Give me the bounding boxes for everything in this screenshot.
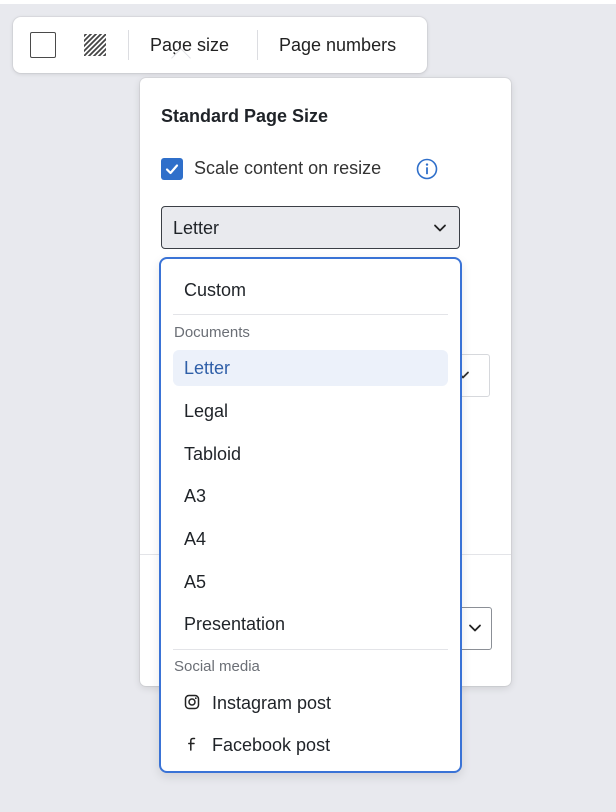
option-a3[interactable]: A3 bbox=[173, 478, 448, 514]
select-value: Letter bbox=[173, 218, 220, 238]
facebook-icon bbox=[188, 738, 196, 751]
scale-content-label: Scale content on resize bbox=[194, 158, 382, 178]
option-label: Facebook post bbox=[212, 735, 331, 755]
dropdown-divider bbox=[173, 649, 448, 650]
option-legal[interactable]: Legal bbox=[173, 393, 448, 429]
dropdown-divider bbox=[173, 314, 448, 315]
page-numbers-button[interactable]: Page numbers bbox=[279, 17, 396, 73]
group-label-documents: Documents bbox=[174, 324, 250, 341]
scale-content-checkbox[interactable] bbox=[161, 158, 183, 180]
chevron-down-icon bbox=[434, 224, 446, 232]
option-letter[interactable]: Letter bbox=[173, 350, 448, 386]
top-strip bbox=[0, 0, 616, 4]
pattern-fill-icon[interactable] bbox=[83, 33, 107, 57]
page-size-button[interactable]: Page size bbox=[150, 17, 229, 73]
option-instagram-post[interactable]: Instagram post bbox=[173, 685, 448, 721]
page-size-dropdown: Custom Documents Letter Legal Tabloid A3… bbox=[159, 257, 462, 773]
toolbar-divider bbox=[257, 30, 258, 60]
page-toolbar: Page size Page numbers bbox=[13, 17, 427, 73]
option-a5[interactable]: A5 bbox=[173, 564, 448, 600]
checkmark-icon bbox=[165, 164, 179, 175]
option-custom[interactable]: Custom bbox=[173, 272, 448, 308]
option-tabloid[interactable]: Tabloid bbox=[173, 436, 448, 472]
toolbar-divider bbox=[128, 30, 129, 60]
option-a4[interactable]: A4 bbox=[173, 521, 448, 557]
chevron-down-icon bbox=[469, 624, 481, 632]
group-label-social-media: Social media bbox=[174, 658, 260, 675]
info-icon[interactable] bbox=[416, 158, 438, 180]
option-label: Instagram post bbox=[212, 693, 332, 713]
page-size-select[interactable]: Letter bbox=[161, 206, 460, 249]
option-presentation[interactable]: Presentation bbox=[173, 606, 448, 642]
page-color-swatch-button[interactable] bbox=[30, 32, 56, 58]
option-facebook-post[interactable]: Facebook post bbox=[173, 727, 448, 763]
instagram-icon bbox=[184, 695, 200, 710]
panel-title: Standard Page Size bbox=[161, 106, 329, 126]
